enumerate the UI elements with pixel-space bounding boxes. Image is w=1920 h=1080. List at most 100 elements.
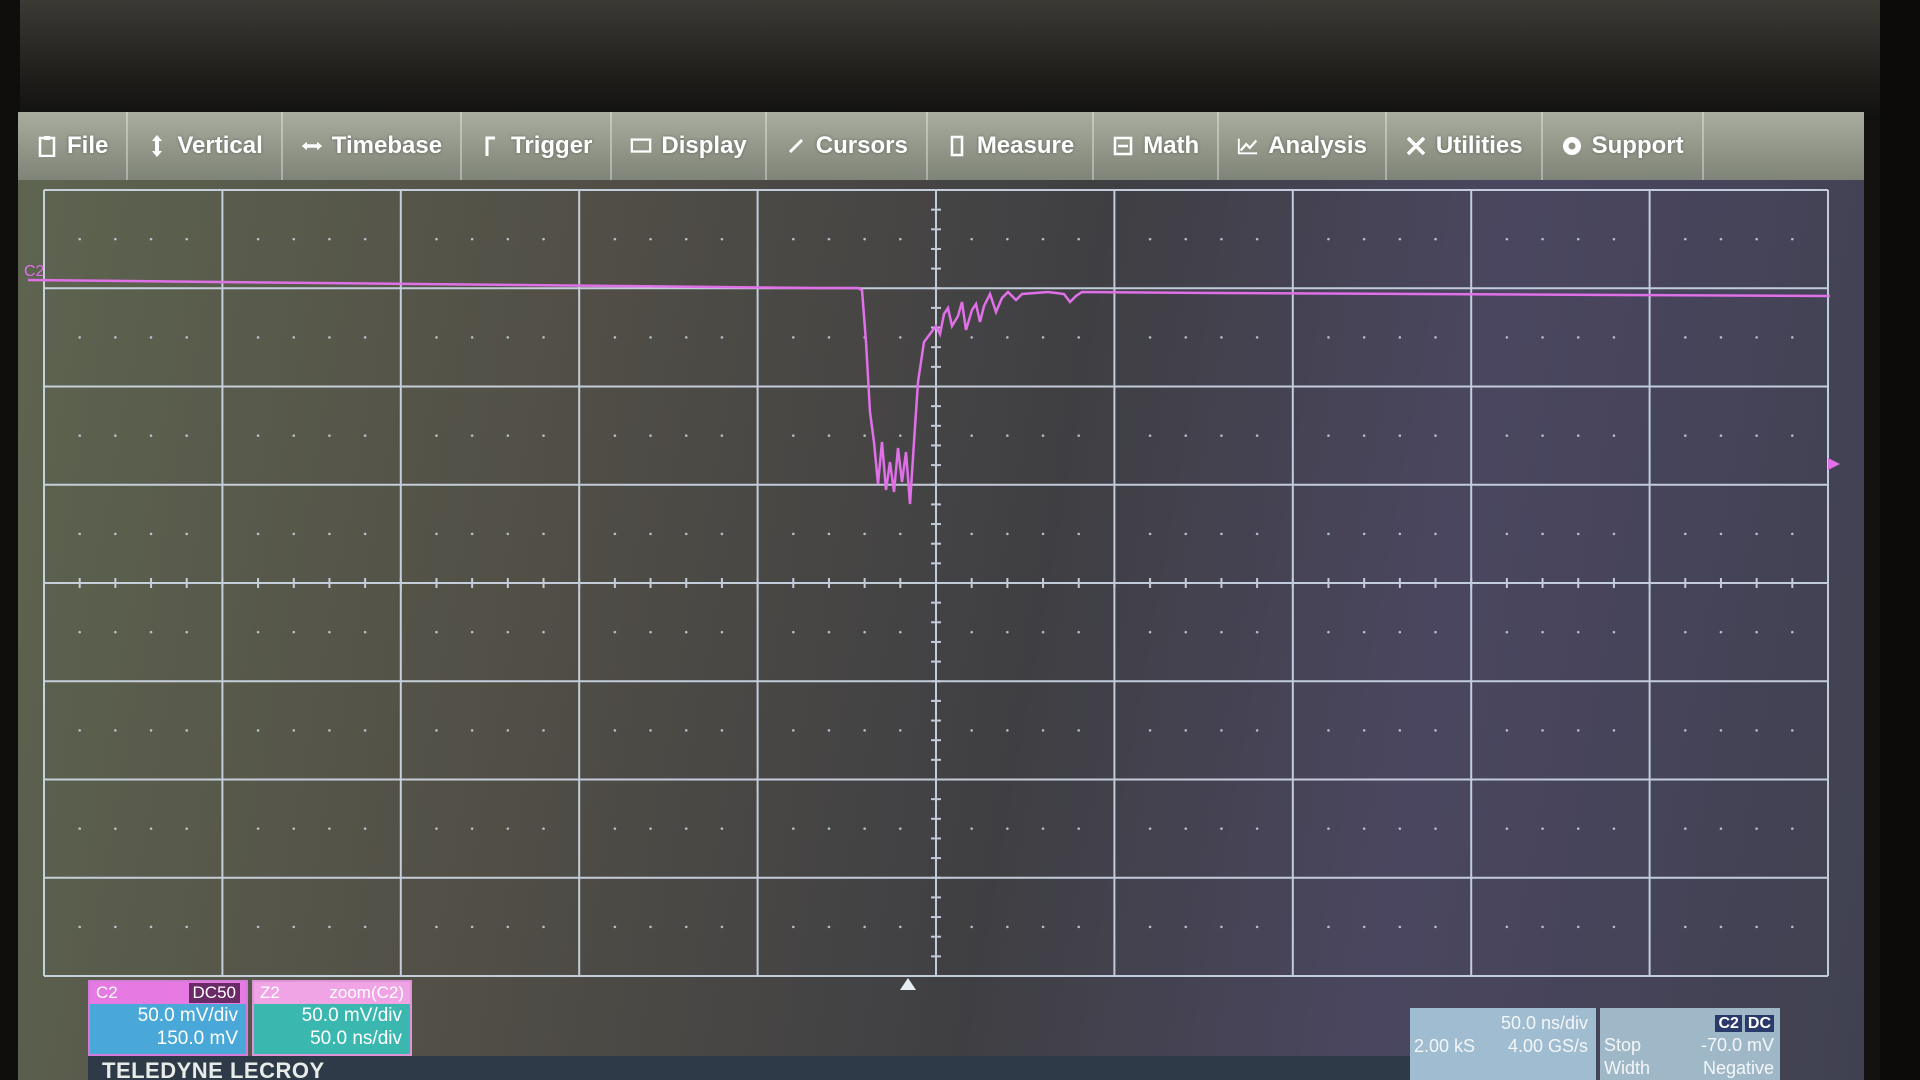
grid-dot <box>1148 827 1152 830</box>
grid-dot <box>506 237 510 241</box>
grid-dot <box>1719 729 1723 732</box>
grid-dot <box>1612 434 1616 437</box>
grid-dot <box>649 532 652 536</box>
grid-dot <box>149 434 153 437</box>
grid-dot <box>649 630 652 634</box>
grid-dot <box>435 729 438 732</box>
grid-dot <box>1434 237 1437 241</box>
grid-dot <box>1006 630 1009 634</box>
grid-dot <box>1576 630 1580 634</box>
grid-dot <box>827 729 831 732</box>
grid-dot <box>1327 237 1330 241</box>
grid-dot <box>363 729 367 732</box>
grid-dot <box>1719 925 1723 929</box>
grid-dot <box>1755 630 1758 634</box>
grid-dot <box>1006 925 1009 929</box>
trigger-time-marker[interactable] <box>900 978 916 990</box>
grid-dot <box>542 434 545 437</box>
grid-dot <box>1791 434 1794 437</box>
grid-dot <box>470 237 474 241</box>
grid-dot <box>1541 827 1544 830</box>
trigger-level-marker[interactable] <box>1828 458 1840 470</box>
grid-dot <box>649 237 652 241</box>
grid-dot <box>292 925 296 929</box>
grid-dot <box>1755 434 1758 437</box>
grid-dot <box>863 729 866 732</box>
grid-dot <box>256 336 260 339</box>
grid-dot <box>1683 434 1687 437</box>
channel-c2-descriptor[interactable]: C2 DC50 50.0 mV/div 150.0 mV <box>88 980 248 1056</box>
grid-dot <box>185 434 189 437</box>
grid-dot <box>363 630 367 634</box>
grid-dot <box>1576 729 1580 732</box>
timebase-descriptor[interactable]: 50.0 ns/div 2.00 kS 4.00 GS/s <box>1410 1008 1596 1080</box>
grid-dot <box>292 336 296 339</box>
grid-dot <box>1362 729 1366 732</box>
grid-dot <box>899 336 902 339</box>
grid-dot <box>613 237 617 241</box>
grid-dot <box>114 630 117 634</box>
grid-dot <box>970 336 973 339</box>
grid-dot <box>292 827 296 830</box>
grid-dot <box>684 729 688 732</box>
grid-dot <box>1541 630 1544 634</box>
grid-dot <box>613 532 617 536</box>
zoom-z2-descriptor[interactable]: Z2 zoom(C2) 50.0 mV/div 50.0 ns/div <box>252 980 412 1056</box>
grid-dot <box>791 827 795 830</box>
grid-dot <box>292 729 296 732</box>
grid-dot <box>149 630 153 634</box>
grid-dot <box>1255 827 1259 830</box>
grid-dot <box>1041 925 1045 929</box>
grid-dot <box>1148 336 1152 339</box>
grid-dot <box>1255 729 1259 732</box>
grid-dot <box>328 925 331 929</box>
grid-dot <box>684 630 688 634</box>
grid-dot <box>649 827 652 830</box>
grid-dot <box>1327 434 1330 437</box>
grid-dot <box>1362 434 1366 437</box>
c2-waveform-trace <box>27 278 1831 505</box>
grid-dot <box>470 434 474 437</box>
grid-dot <box>1255 630 1259 634</box>
grid-dot <box>684 237 688 241</box>
grid-dot <box>542 729 545 732</box>
grid-dot <box>1434 729 1437 732</box>
grid-dot <box>720 729 724 732</box>
grid-dot <box>1362 237 1366 241</box>
grid-dot <box>684 434 688 437</box>
grid-dot <box>970 630 973 634</box>
grid-dot <box>1398 729 1402 732</box>
grid-dot <box>1148 434 1152 437</box>
waveform-grid: C2 <box>24 189 1840 990</box>
grid-dot <box>1184 827 1188 830</box>
grid-dot <box>328 827 331 830</box>
z2-source: zoom(C2) <box>329 983 404 1002</box>
grid-dot <box>684 336 688 339</box>
grid-dot <box>542 630 545 634</box>
grid-dot <box>328 336 331 339</box>
grid-dot <box>720 237 724 241</box>
grid-dot <box>1327 532 1330 536</box>
grid-dot <box>1683 729 1687 732</box>
grid-dot <box>1755 336 1758 339</box>
grid-dot <box>1683 630 1687 634</box>
grid-dot <box>1505 729 1509 732</box>
grid-dot <box>1398 336 1402 339</box>
grid-dot <box>149 729 153 732</box>
grid-dot <box>1220 532 1223 536</box>
grid-dot <box>1220 925 1223 929</box>
trigger-slope: Negative <box>1702 1058 1774 1078</box>
grid-dot <box>899 630 902 634</box>
monitor-bezel-right <box>1880 0 1920 1080</box>
grid-dot <box>1327 630 1330 634</box>
grid-dot <box>1398 237 1402 241</box>
trigger-descriptor[interactable]: C2 DC Stop -70.0 mV Width Negative <box>1600 1008 1780 1080</box>
grid-dot <box>1041 630 1045 634</box>
grid-dot <box>1398 434 1402 437</box>
grid-dot <box>328 532 331 536</box>
grid-dot <box>1541 729 1544 732</box>
grid-dot <box>1791 532 1794 536</box>
grid-dot <box>1434 336 1437 339</box>
trigger-level: -70.0 mV <box>1700 1035 1774 1055</box>
grid-dot <box>1612 630 1616 634</box>
